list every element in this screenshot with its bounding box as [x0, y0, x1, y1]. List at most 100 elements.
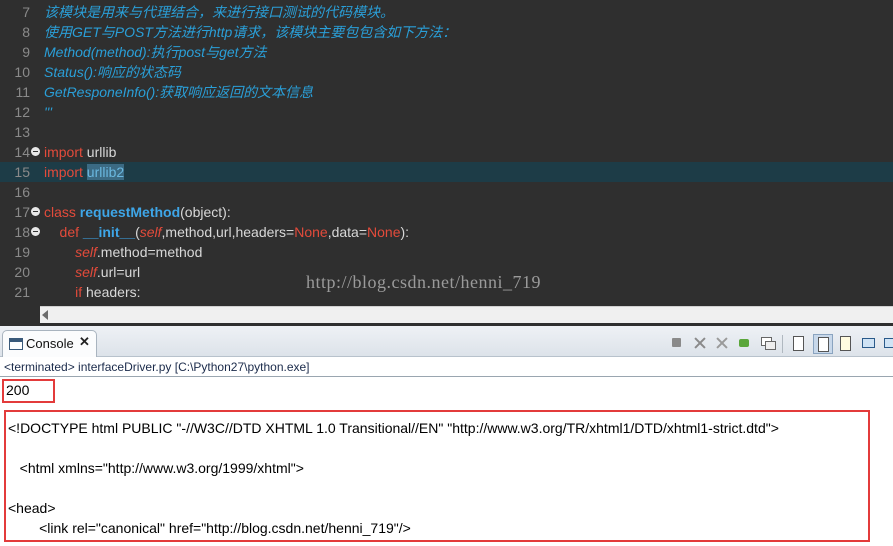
- console-output-line: <html xmlns="http://www.w3.org/1999/xhtm…: [8, 460, 304, 476]
- code-text: import urllib: [44, 142, 116, 162]
- toolbar-separator: [782, 335, 783, 353]
- clear-console-icon[interactable]: [789, 334, 807, 352]
- code-token: None: [294, 224, 328, 240]
- scroll-left-arrow-icon[interactable]: [42, 310, 48, 320]
- code-token: class: [44, 204, 76, 220]
- console-icon: [9, 338, 23, 350]
- code-token: ''': [44, 104, 53, 120]
- code-token: import: [44, 144, 83, 160]
- code-token: import: [44, 164, 83, 180]
- line-number: 16: [14, 184, 30, 200]
- remove-all-icon[interactable]: [713, 334, 731, 352]
- line-number: 12: [14, 104, 30, 120]
- remove-launch-icon[interactable]: [691, 334, 709, 352]
- code-token: self: [75, 264, 97, 280]
- code-text: GetResponeInfo():获取响应返回的文本信息: [44, 82, 313, 102]
- code-token: 该模块是用来与代理结合，来进行接口测试的代码模块。: [44, 4, 394, 20]
- stop-icon[interactable]: [668, 334, 686, 352]
- code-token: Status():响应的状态码: [44, 64, 181, 80]
- line-number: 21: [14, 284, 30, 300]
- code-line[interactable]: 16: [0, 182, 893, 202]
- code-token: ,data=: [327, 224, 368, 240]
- fold-collapse-icon[interactable]: [31, 227, 40, 236]
- code-text: 使用GET与POST方法进行http请求，该模块主要包包含如下方法：: [44, 22, 456, 42]
- code-token: ):: [400, 224, 410, 240]
- editor-corner: [0, 306, 40, 326]
- code-line[interactable]: 7 该模块是用来与代理结合，来进行接口测试的代码模块。: [0, 2, 893, 22]
- line-number: 13: [14, 124, 30, 140]
- code-text: import urllib2: [44, 162, 125, 182]
- code-line[interactable]: 9 Method(method):执行post与get方法: [0, 42, 893, 62]
- code-text: Status():响应的状态码: [44, 62, 181, 82]
- line-number: 20: [14, 264, 30, 280]
- console-output-line: <link rel="canonical" href="http://blog.…: [8, 520, 411, 536]
- word-wrap-icon[interactable]: [836, 334, 854, 352]
- fold-collapse-icon[interactable]: [31, 147, 40, 156]
- line-number: 9: [22, 44, 30, 60]
- code-token: __init__: [82, 224, 136, 240]
- code-token: def: [44, 224, 80, 240]
- code-text: 该模块是用来与代理结合，来进行接口测试的代码模块。: [44, 2, 394, 22]
- code-token: requestMethod: [79, 204, 181, 220]
- horizontal-scrollbar[interactable]: [40, 306, 893, 323]
- line-number: 14: [14, 144, 30, 160]
- code-token: ,method,url,headers=: [161, 224, 295, 240]
- code-line[interactable]: 10 Status():响应的状态码: [0, 62, 893, 82]
- code-text: if headers:: [44, 282, 141, 302]
- pin-console-icon[interactable]: [736, 334, 754, 352]
- code-line[interactable]: 19 self.method=method: [0, 242, 893, 262]
- code-line[interactable]: 8 使用GET与POST方法进行http请求，该模块主要包包含如下方法：: [0, 22, 893, 42]
- line-number: 10: [14, 64, 30, 80]
- code-line[interactable]: 13: [0, 122, 893, 142]
- line-number: 18: [14, 224, 30, 240]
- console-output-line: <!DOCTYPE html PUBLIC "-//W3C//DTD XHTML…: [8, 420, 779, 436]
- code-text: self.method=method: [44, 242, 202, 262]
- editor-lines: 7 该模块是用来与代理结合，来进行接口测试的代码模块。 8 使用GET与POST方法进…: [0, 2, 893, 302]
- code-token: urllib2: [86, 164, 125, 180]
- show-on-output-icon[interactable]: [859, 334, 877, 352]
- code-token: 使用GET与POST方法进行http请求，该模块主要包包含如下方法：: [44, 24, 457, 40]
- watermark: http://blog.csdn.net/henni_719: [306, 272, 541, 292]
- code-text: self.url=url: [44, 262, 140, 282]
- display-console-icon[interactable]: [759, 334, 777, 352]
- open-console-icon[interactable]: [881, 334, 893, 352]
- code-token: Method(method):执行post与get方法: [44, 44, 267, 60]
- code-line[interactable]: 15 import urllib2: [0, 162, 893, 182]
- code-text: Method(method):执行post与get方法: [44, 42, 267, 62]
- code-token: self: [75, 244, 97, 260]
- line-number: 17: [14, 204, 30, 220]
- code-token: .method=method: [96, 244, 203, 260]
- code-line[interactable]: 14 import urllib: [0, 142, 893, 162]
- scroll-lock-icon[interactable]: [813, 334, 833, 354]
- code-line[interactable]: 12 ''': [0, 102, 893, 122]
- code-token: .url=url: [96, 264, 141, 280]
- fold-collapse-icon[interactable]: [31, 207, 40, 216]
- line-number: 8: [22, 24, 30, 40]
- console-process-info: <terminated> interfaceDriver.py [C:\Pyth…: [4, 360, 310, 374]
- code-token: None: [367, 224, 401, 240]
- line-number: 11: [15, 84, 30, 100]
- code-line[interactable]: 17 class requestMethod(object):: [0, 202, 893, 222]
- code-token: urllib: [82, 144, 117, 160]
- code-text: class requestMethod(object):: [44, 202, 231, 222]
- line-number: 15: [14, 164, 30, 180]
- tab-console-label: Console: [26, 336, 74, 351]
- code-token: self: [139, 224, 162, 240]
- code-token: (object):: [180, 204, 231, 220]
- console-status-output: 200: [6, 382, 30, 398]
- line-number: 7: [22, 4, 30, 20]
- code-text: ''': [44, 102, 52, 122]
- code-token: GetResponeInfo():获取响应返回的文本信息: [44, 84, 314, 100]
- console-output-line: <head>: [8, 500, 56, 516]
- code-token: headers:: [82, 284, 141, 300]
- code-token: if: [44, 284, 83, 300]
- code-text: def __init__(self,method,url,headers=Non…: [44, 222, 410, 242]
- tab-console[interactable]: Console ✕: [2, 330, 97, 357]
- code-editor[interactable]: 7 该模块是用来与代理结合，来进行接口测试的代码模块。 8 使用GET与POST方法进…: [0, 0, 893, 326]
- line-number: 19: [14, 244, 30, 260]
- code-line[interactable]: 18 def __init__(self,method,url,headers=…: [0, 222, 893, 242]
- code-line[interactable]: 11 GetResponeInfo():获取响应返回的文本信息: [0, 82, 893, 102]
- close-icon[interactable]: ✕: [79, 334, 90, 350]
